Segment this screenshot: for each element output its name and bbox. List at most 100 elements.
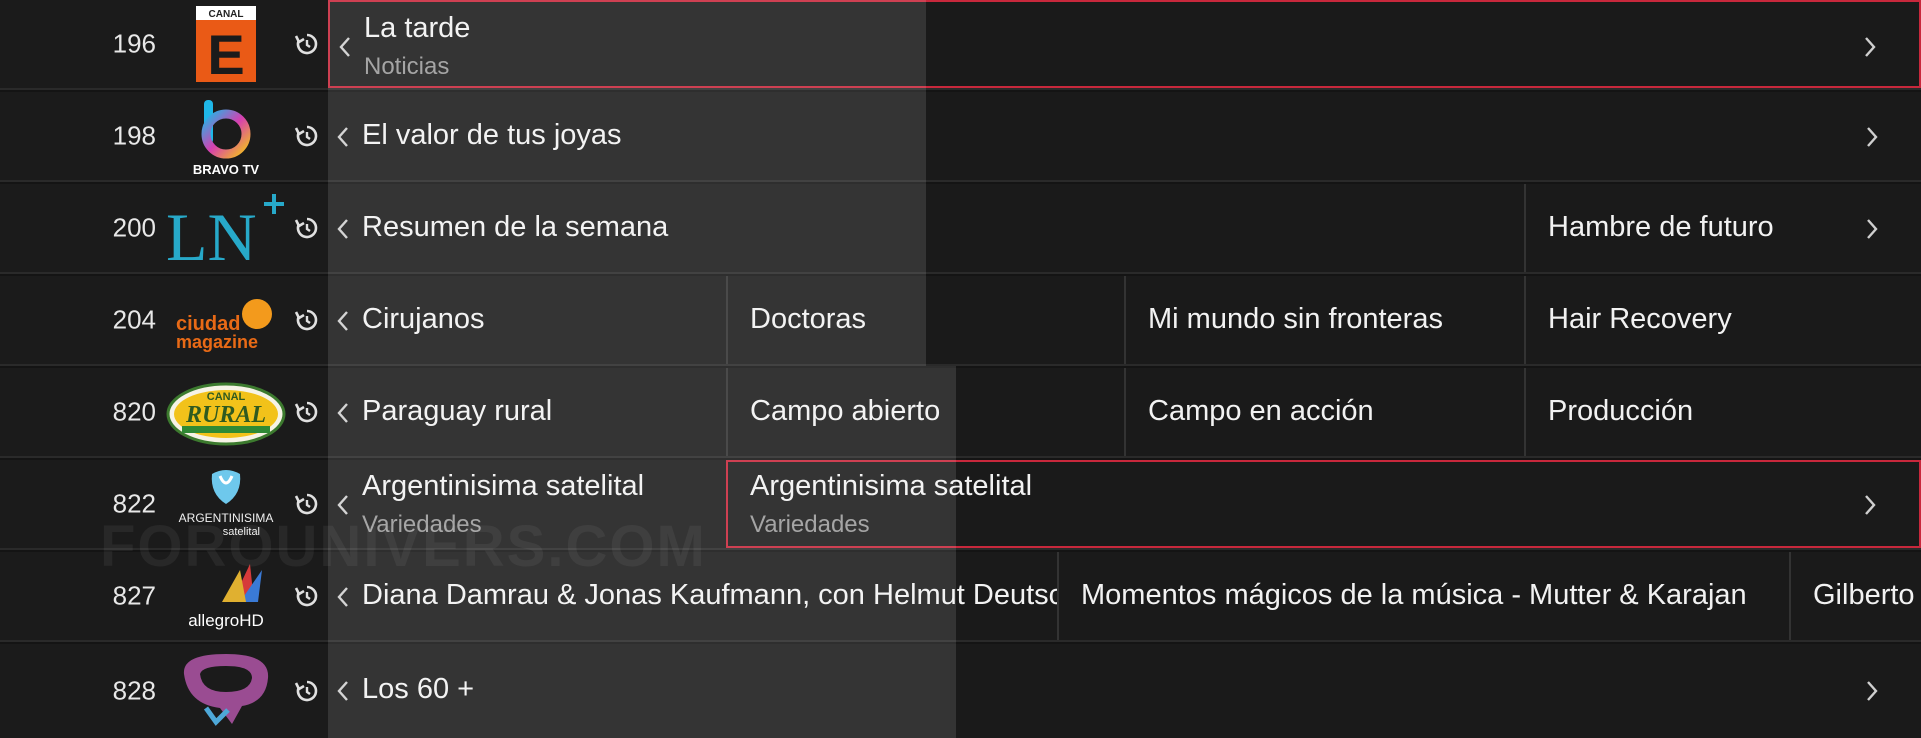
program-title: Hambre de futuro [1548, 211, 1774, 243]
channel-number: 822 [112, 488, 156, 519]
program-cell[interactable]: Gilberto [1789, 552, 1921, 640]
chevron-left-icon [337, 219, 348, 239]
channel-row-822: 822 ARGENTINISIMA satelital Argentinisim… [0, 460, 1921, 550]
channel-number: 204 [112, 304, 156, 335]
svg-text:RURAL: RURAL [185, 402, 266, 428]
replay-icon[interactable] [294, 678, 320, 704]
replay-icon[interactable] [294, 583, 320, 609]
epg-guide: 196 CANAL E La tarde Noticias 198 BRAVO … [0, 0, 1921, 738]
channel-header[interactable]: 827 allegroHD [0, 552, 328, 640]
program-cell[interactable]: Campo en acción [1124, 368, 1524, 456]
argentinisima-logo: ARGENTINISIMA satelital [179, 470, 274, 538]
program-title: Argentinisima satelital [362, 470, 645, 502]
ln-plus-logo: LN [166, 194, 284, 270]
canal-rural-logo: CANAL RURAL [166, 382, 286, 446]
program-subtitle: Variedades [750, 511, 870, 538]
program-title: Campo abierto [750, 395, 941, 427]
channel-header[interactable]: 200 LN [0, 184, 328, 272]
channel-row-827: 827 allegroHD Diana Damrau & Jonas Kaufm… [0, 552, 1921, 642]
channel-number: 200 [112, 212, 156, 243]
program-title: Hair Recovery [1548, 303, 1732, 335]
program-cell[interactable]: Paraguay rural [328, 368, 726, 456]
program-cell[interactable]: El valor de tus joyas [328, 92, 1921, 180]
program-title: Paraguay rural [362, 395, 553, 427]
channel-number: 827 [112, 580, 156, 611]
channel-row-196: 196 CANAL E La tarde Noticias [0, 0, 1921, 90]
chevron-right-icon[interactable] [1861, 493, 1879, 517]
program-cell[interactable]: Campo abierto [726, 368, 1124, 456]
channel-header[interactable]: 198 BRAVO TV [0, 92, 328, 180]
program-title: Resumen de la semana [362, 211, 669, 243]
program-title: Diana Damrau & Jonas Kaufmann, con Helmu… [362, 579, 1057, 611]
replay-icon[interactable] [294, 31, 320, 57]
program-cell[interactable]: Hair Recovery [1524, 276, 1921, 364]
channel-828-logo [183, 654, 269, 726]
svg-text:allegroHD: allegroHD [188, 611, 264, 630]
svg-text:satelital: satelital [223, 526, 260, 538]
program-subtitle: Variedades [362, 511, 482, 538]
channel-row-828: 828 Los 60 + [0, 644, 1921, 738]
channel-number: 198 [112, 120, 156, 151]
program-title: Argentinisima satelital [750, 470, 1033, 502]
program-title: Mi mundo sin fronteras [1148, 303, 1443, 335]
chevron-right-icon[interactable] [1863, 125, 1881, 149]
channel-header[interactable]: 196 CANAL E [0, 0, 328, 88]
program-title: Cirujanos [362, 303, 485, 335]
channel-number: 820 [112, 396, 156, 427]
program-cell[interactable]: Momentos mágicos de la música - Mutter &… [1057, 552, 1789, 640]
program-title: La tarde [364, 12, 471, 44]
channel-header[interactable]: 820 CANAL RURAL [0, 368, 328, 456]
svg-text:magazine: magazine [176, 332, 258, 352]
program-cell[interactable]: Argentinisima satelital Variedades [328, 460, 726, 548]
chevron-left-icon [337, 403, 348, 423]
svg-text:CANAL: CANAL [209, 9, 244, 20]
program-cell[interactable]: Cirujanos [328, 276, 726, 364]
svg-text:BRAVO TV: BRAVO TV [193, 162, 260, 177]
channel-header[interactable]: 828 [0, 644, 328, 738]
chevron-left-icon [337, 495, 348, 515]
program-title: Momentos mágicos de la música - Mutter &… [1081, 579, 1747, 611]
canal-e-logo: CANAL E [196, 6, 256, 86]
chevron-right-icon[interactable] [1863, 217, 1881, 241]
program-title: El valor de tus joyas [362, 119, 622, 151]
program-cell[interactable]: Argentinisima satelital Variedades [726, 460, 1921, 548]
chevron-left-icon [339, 37, 350, 57]
replay-icon[interactable] [294, 307, 320, 333]
program-cell[interactable]: Mi mundo sin fronteras [1124, 276, 1524, 364]
replay-icon[interactable] [294, 399, 320, 425]
program-title: Los 60 + [362, 673, 475, 705]
program-cell[interactable]: Resumen de la semana [328, 184, 1524, 272]
chevron-left-icon [337, 311, 348, 331]
program-cell[interactable]: Los 60 + [328, 644, 1921, 738]
program-title: Gilberto [1813, 579, 1915, 611]
chevron-right-icon[interactable] [1861, 35, 1879, 59]
bravo-tv-logo: BRAVO TV [193, 100, 260, 177]
ciudad-magazine-logo: ciudad magazine [176, 299, 272, 352]
program-cell[interactable]: Doctoras [726, 276, 1124, 364]
program-cell[interactable]: Producción [1524, 368, 1921, 456]
channel-row-200: 200 LN Resumen de la semana Hambre de fu… [0, 184, 1921, 274]
svg-text:ARGENTINISIMA: ARGENTINISIMA [179, 511, 274, 525]
channel-row-820: 820 CANAL RURAL Paraguay rural Campo abi… [0, 368, 1921, 458]
svg-text:E: E [207, 23, 244, 86]
chevron-left-icon [337, 587, 348, 607]
replay-icon[interactable] [294, 123, 320, 149]
channel-number: 196 [112, 28, 156, 59]
program-cell[interactable]: Hambre de futuro [1524, 184, 1921, 272]
program-cell[interactable]: Diana Damrau & Jonas Kaufmann, con Helmu… [328, 552, 1057, 640]
replay-icon[interactable] [294, 215, 320, 241]
program-cell[interactable]: La tarde Noticias [328, 0, 1921, 88]
allegro-hd-logo: allegroHD [188, 564, 264, 630]
channel-header[interactable]: 204 ciudad magazine [0, 276, 328, 364]
channel-row-204: 204 ciudad magazine Cirujanos Doctoras M… [0, 276, 1921, 366]
channel-number: 828 [112, 675, 156, 706]
replay-icon[interactable] [294, 491, 320, 517]
chevron-left-icon [337, 681, 348, 701]
program-title: Campo en acción [1148, 395, 1374, 427]
svg-text:LN: LN [166, 199, 257, 270]
channel-row-198: 198 BRAVO TV El valor de tus joyas [0, 92, 1921, 182]
program-title: Doctoras [750, 303, 867, 335]
chevron-right-icon[interactable] [1863, 679, 1881, 703]
channel-header[interactable]: 822 ARGENTINISIMA satelital [0, 460, 328, 548]
program-title: Producción [1548, 395, 1694, 427]
